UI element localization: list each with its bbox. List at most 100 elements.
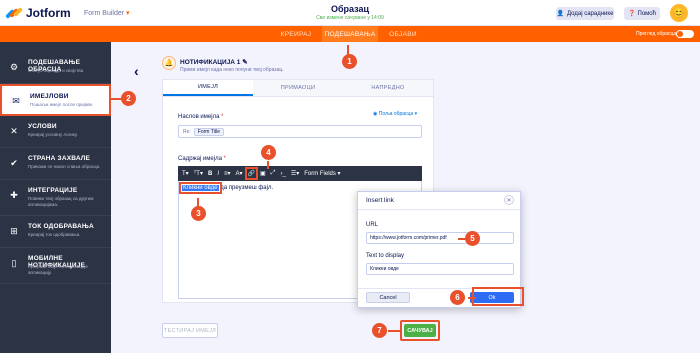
save-button[interactable]: САЧУВАЈ xyxy=(404,324,436,337)
notification-title-text: НОТИФИКАЦИЈА 1 xyxy=(180,59,241,66)
url-input[interactable]: https://www.jotform.com/primer.pdf xyxy=(366,232,514,244)
link-icon[interactable]: 🔗 xyxy=(244,167,259,180)
add-collaborators-button[interactable]: 👤 Додај сараднике xyxy=(556,7,614,20)
sidebar-item-form-settings[interactable]: ⚙ ПОДЕШАВАЊЕ ОБРАСЦА Статус обрасца и св… xyxy=(0,52,111,84)
image-icon[interactable]: ▣ xyxy=(260,170,266,177)
ok-highlight xyxy=(472,287,524,306)
form-title-chip[interactable]: Form Title xyxy=(193,127,225,136)
sidebar-item-title: УСЛОВИ xyxy=(28,123,57,130)
text-color-icon[interactable]: A▾ xyxy=(236,170,243,177)
dialog-title: Insert link xyxy=(366,197,394,204)
body-rest-text: да преузмеш фајл. xyxy=(220,185,274,191)
sidebar-item-subtitle: Прикажи се након слања обрасца. xyxy=(28,164,101,169)
callout-badge: 7 xyxy=(372,323,387,338)
sidebar-item-subtitle: Пошаљи имејл после пријаве. xyxy=(30,102,94,107)
notification-title[interactable]: НОТИФИКАЦИЈА 1 ✎ xyxy=(180,58,248,66)
callout-badge: 3 xyxy=(191,206,206,221)
font-size-icon[interactable]: ᵀT▾ xyxy=(194,170,203,177)
save-highlight: САЧУВАЈ xyxy=(400,320,440,341)
callout-badge: 5 xyxy=(465,231,480,246)
help-icon: ❓ xyxy=(628,11,636,17)
sidebar-item-subtitle: Статус обрасца и својства xyxy=(28,68,84,73)
form-fields-button[interactable]: Form Fields ▾ xyxy=(304,170,340,177)
email-body-text: Кликни овде да преузмеш фајл. xyxy=(179,182,274,194)
callout-badge: 2 xyxy=(121,91,136,106)
check-circle-icon: ✔ xyxy=(10,158,18,168)
form-fields-label: Form Fields xyxy=(304,171,336,177)
sidebar-item-thank-you[interactable]: ✔ СТРАНА ЗАХВАЛЕ Прикажи се након слања … xyxy=(0,148,111,180)
flow-icon: ⊞ xyxy=(10,226,18,236)
help-button[interactable]: ❓ Помоћ xyxy=(624,7,660,20)
sidebar-item-conditions[interactable]: ✕ УСЛОВИ Креирај условну логику. xyxy=(0,116,111,148)
top-bar: Jotform Form Builder ▾ Образац Све измен… xyxy=(0,0,700,26)
sidebar-item-emails[interactable]: ✉ ИМЕЈЛОВИ Пошаљи имејл после пријаве. xyxy=(0,84,111,116)
notification-icon: 🔔 xyxy=(162,56,176,70)
puzzle-icon: ✚ xyxy=(10,190,18,200)
subject-label-text: Наслов имејла xyxy=(178,114,220,120)
gear-icon: ⚙ xyxy=(9,62,19,72)
sidebar-item-title: ИНТЕГРАЦИЈЕ xyxy=(28,187,78,194)
sidebar-item-subtitle: Повежи твој образац са другим апликација… xyxy=(28,196,94,207)
text-to-display-input[interactable]: Кликни овде xyxy=(366,263,514,275)
builder-nav: КРЕИРАЈ ПОДЕШАВАЊА ОБЈАВИ Преглед обрасц… xyxy=(0,26,700,42)
text-to-display-label: Text to display xyxy=(366,253,405,259)
align-icon[interactable]: ≡▾ xyxy=(224,170,231,177)
preview-label: Преглед обрасца xyxy=(636,31,677,37)
dialog-divider xyxy=(358,209,520,210)
close-icon[interactable]: ✕ xyxy=(504,195,514,205)
sidebar-item-approval-flow[interactable]: ⊞ ТОК ОДОБРАВАЊА Креирај ток одобравања. xyxy=(0,216,111,248)
tab-create[interactable]: КРЕИРАЈ xyxy=(270,26,322,42)
callout-badge: 4 xyxy=(261,145,276,160)
editor-toolbar: T▾ ᵀT▾ B I ≡▾ A▾ 🔗 ▣ ⤢ ›_ ☰▾ Form Fields… xyxy=(178,166,422,181)
sidebar-item-subtitle: Преузми твоје нотификације апликацију. xyxy=(28,264,88,275)
sidebar-item-subtitle: Креирај условну логику. xyxy=(28,132,78,137)
content-label: Садржај имејла * xyxy=(178,156,226,162)
envelope-icon: ✉ xyxy=(12,96,20,106)
callout-arrow xyxy=(468,297,476,299)
sidebar-item-title: ТОК ОДОБРАВАЊА xyxy=(28,223,94,230)
subject-input[interactable]: Re: Form Title xyxy=(178,125,422,138)
sidebar-item-integrations[interactable]: ✚ ИНТЕГРАЦИЈЕ Повежи твој образац са дру… xyxy=(0,180,111,216)
email-tabs: ИМЕЈЛ ПРИМАОЦИ НАПРЕДНО xyxy=(163,80,433,97)
tab-settings[interactable]: ПОДЕШАВАЊА xyxy=(322,26,378,42)
form-fields-dropdown-label: Поља обрасца xyxy=(378,111,414,117)
callout-arrow xyxy=(267,161,269,169)
content-label-text: Садржај имејла xyxy=(178,156,222,162)
list-icon[interactable]: ☰▾ xyxy=(291,170,299,177)
italic-icon[interactable]: I xyxy=(217,171,219,177)
sidebar-item-title: ИМЕЈЛОВИ xyxy=(30,93,69,100)
avatar[interactable]: 😊 xyxy=(670,4,688,22)
subject-prefix: Re: xyxy=(183,128,191,135)
callout-badge: 6 xyxy=(450,290,465,305)
callout-arrow xyxy=(111,98,121,100)
code-icon[interactable]: ›_ xyxy=(280,171,285,177)
selected-text[interactable]: Кликни овде xyxy=(179,182,222,194)
preview-toggle[interactable] xyxy=(676,30,694,38)
tab-recipients[interactable]: ПРИМАОЦИ xyxy=(253,80,343,96)
settings-sidebar: ⚙ ПОДЕШАВАЊЕ ОБРАСЦА Статус обрасца и св… xyxy=(0,42,111,353)
test-email-button[interactable]: ТЕСТИРАЈ ИМЕЈЛ xyxy=(162,323,218,338)
mobile-icon: ▯ xyxy=(11,258,17,268)
back-arrow-icon[interactable]: ‹ xyxy=(134,63,139,79)
notification-subtitle: Прими имејл када неко попуни твој образа… xyxy=(180,67,284,73)
text-format-icon[interactable]: T▾ xyxy=(182,170,189,177)
cancel-button[interactable]: Cancel xyxy=(366,292,410,303)
callout-badge: 1 xyxy=(342,54,357,69)
add-collaborators-label: Додај сараднике xyxy=(567,10,614,17)
tab-advanced[interactable]: НАПРЕДНО xyxy=(343,80,433,96)
sidebar-item-subtitle: Креирај ток одобравања. xyxy=(28,232,81,237)
tab-email[interactable]: ИМЕЈЛ xyxy=(163,80,253,96)
conditions-icon: ✕ xyxy=(10,126,18,136)
user-plus-icon: 👤 xyxy=(556,11,565,17)
sidebar-item-title: СТРАНА ЗАХВАЛЕ xyxy=(28,155,91,162)
subject-label: Наслов имејла * xyxy=(178,114,224,120)
expand-icon[interactable]: ⤢ xyxy=(271,170,276,177)
sidebar-item-mobile-notifications[interactable]: ▯ МОБИЛНЕ НОТИФИКАЦИЈЕ Преузми твоје нот… xyxy=(0,248,111,284)
tab-publish[interactable]: ОБЈАВИ xyxy=(378,26,428,42)
form-fields-dropdown[interactable]: ◉ Поља обрасца ▾ xyxy=(373,111,417,117)
pencil-icon: ✎ xyxy=(242,59,248,66)
help-label: Помоћ xyxy=(637,10,656,17)
callout-arrow xyxy=(388,330,400,332)
bold-icon[interactable]: B xyxy=(208,171,212,177)
form-fields-icon: ◉ xyxy=(373,111,378,117)
